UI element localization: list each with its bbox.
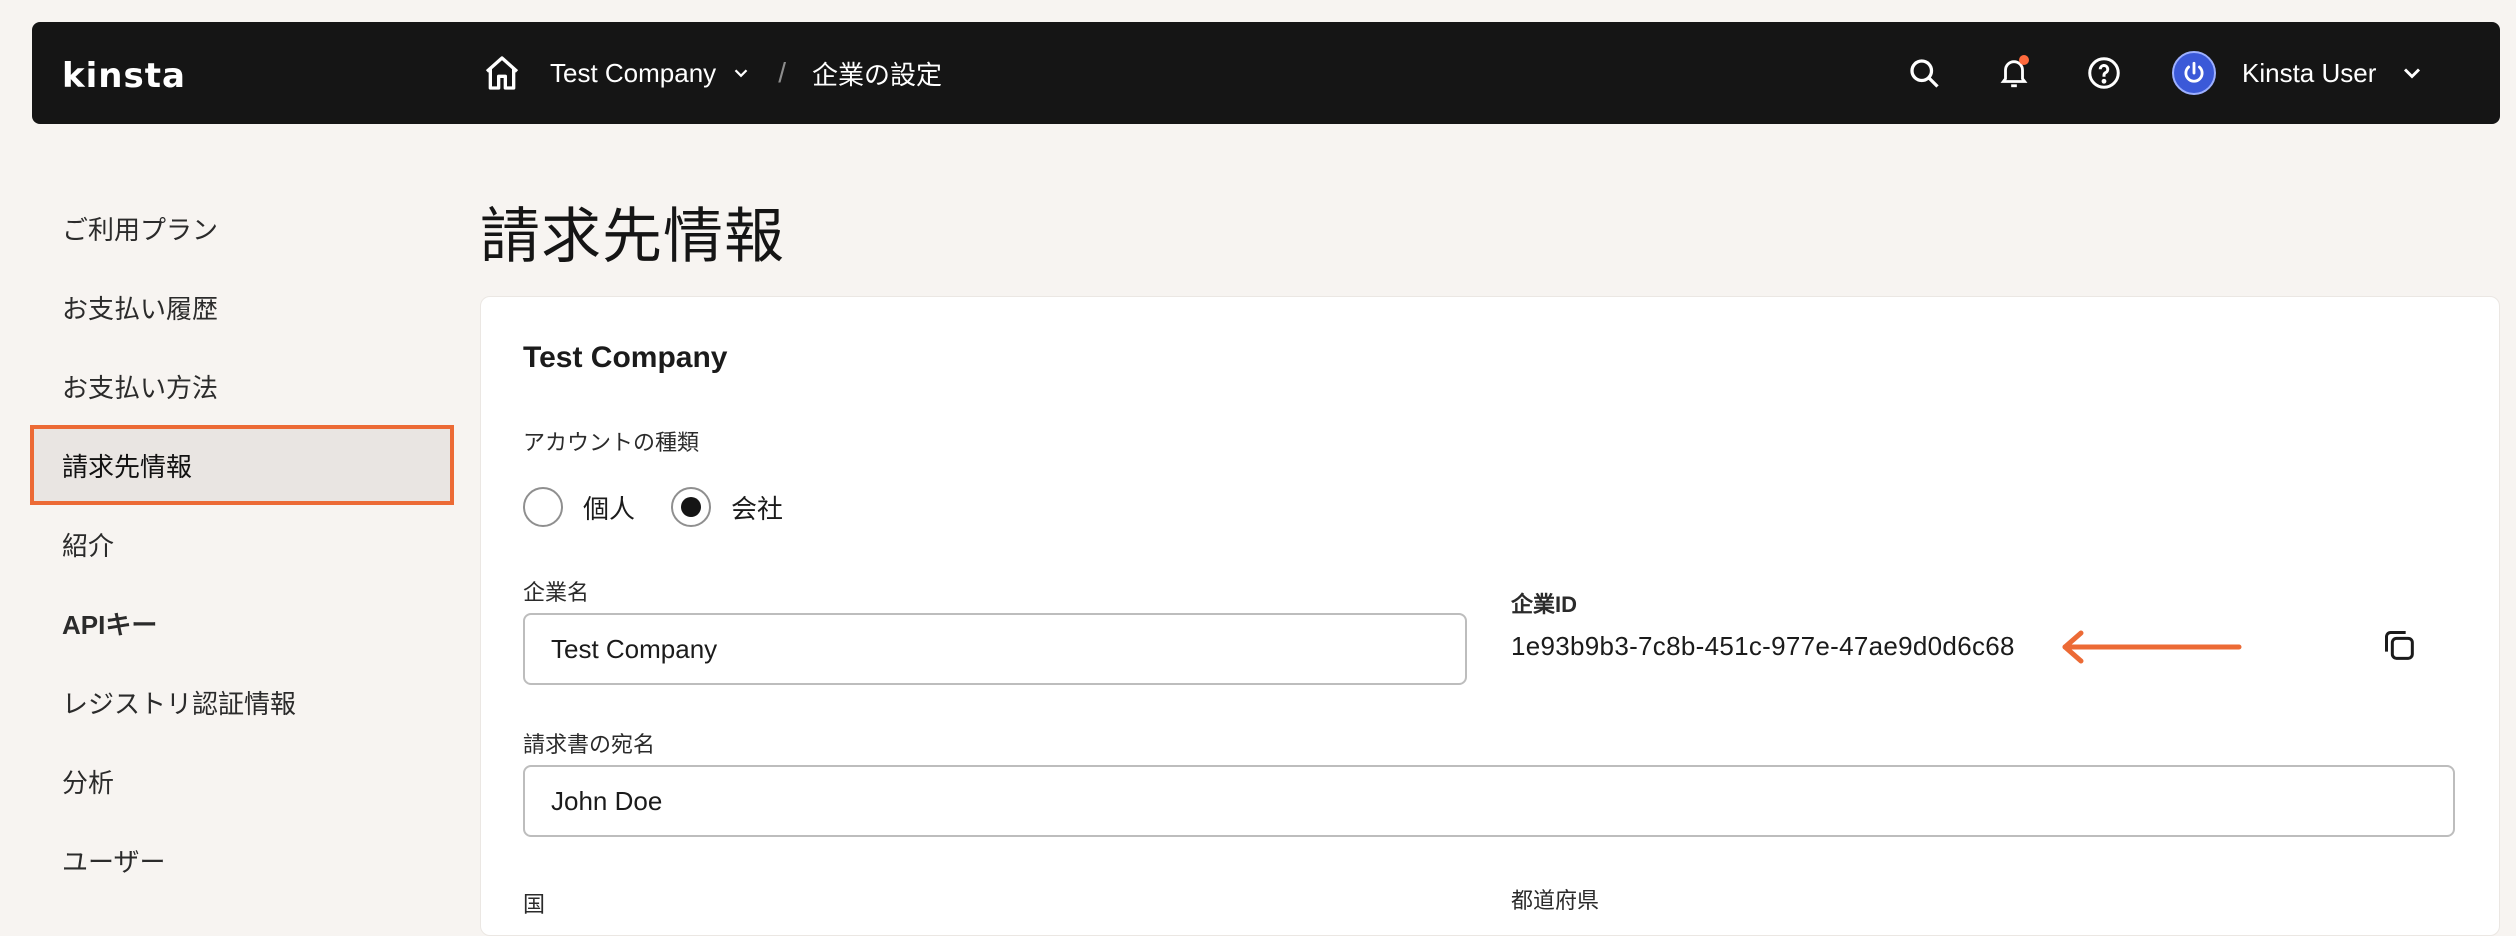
top-navigation-bar: kinsta Test Company / 企業の設定 Kinsta User (32, 22, 2500, 124)
chevron-down-icon (2404, 68, 2421, 79)
page-title: 請求先情報 (480, 203, 785, 270)
sidebar: ご利用プラン お支払い履歴 お支払い方法 請求先情報 紹介 APIキー レジスト… (30, 190, 454, 901)
sidebar-item-analytics[interactable]: 分析 (32, 743, 452, 819)
company-id-label: 企業ID (1511, 592, 1578, 617)
copy-icon (2385, 631, 2414, 660)
help-icon (2088, 57, 2120, 89)
sidebar-item-api-keys[interactable]: APIキー (32, 585, 452, 661)
breadcrumb-separator: / (778, 57, 786, 88)
invoice-recipient-input[interactable]: John Doe (523, 765, 2455, 837)
sidebar-item-payment-methods[interactable]: お支払い方法 (32, 348, 452, 424)
sidebar-item-billing-details[interactable]: 請求先情報 (30, 425, 454, 505)
card-title: Test Company (523, 341, 728, 374)
sidebar-item-payment-history[interactable]: お支払い履歴 (32, 269, 452, 345)
account-type-company-radio[interactable] (671, 487, 712, 527)
copy-button[interactable] (2379, 625, 2419, 665)
help-button[interactable] (2080, 49, 2128, 97)
search-icon (1910, 59, 1939, 88)
search-button[interactable] (1900, 49, 1948, 97)
sidebar-item-referrals[interactable]: 紹介 (32, 506, 452, 582)
billing-details-card: Test Company アカウントの種類 個人 会社 企業名 Test Com… (480, 296, 2500, 936)
company-switcher[interactable]: Test Company (550, 58, 752, 89)
chevron-down-icon (734, 69, 748, 78)
breadcrumb-company: Test Company (550, 57, 717, 88)
company-name-label: 企業名 (523, 580, 590, 605)
company-id-value: 1e93b9b3-7c8b-451c-977e-47ae9d0d6c68 (1511, 631, 2015, 661)
user-name: Kinsta User (2242, 57, 2377, 88)
user-menu[interactable]: Kinsta User (2172, 48, 2426, 98)
invoice-recipient-label: 請求書の宛名 (523, 732, 656, 757)
radio-selected-dot (681, 497, 702, 517)
company-name-input[interactable]: Test Company (523, 613, 1467, 685)
account-type-individual-label[interactable]: 個人 (583, 489, 635, 526)
kinsta-logo[interactable]: kinsta (62, 56, 186, 96)
breadcrumb: Test Company / 企業の設定 (482, 22, 942, 124)
avatar (2172, 51, 2216, 95)
sidebar-item-registry-credentials[interactable]: レジストリ認証情報 (32, 664, 452, 740)
notification-dot (2019, 55, 2029, 65)
country-label: 国 (523, 892, 546, 917)
account-type-radio-group: 個人 会社 (523, 487, 819, 527)
sidebar-item-users[interactable]: ユーザー (32, 822, 452, 898)
notifications-button[interactable] (1990, 49, 2038, 97)
arrow-left-icon (2062, 630, 2242, 664)
prefecture-label: 都道府県 (1511, 888, 1600, 913)
power-icon (2184, 61, 2204, 83)
home-icon[interactable] (482, 53, 522, 93)
account-type-individual-radio[interactable] (523, 487, 563, 527)
account-type-company-label[interactable]: 会社 (731, 489, 783, 526)
breadcrumb-current: 企業の設定 (811, 59, 942, 90)
sidebar-item-plan[interactable]: ご利用プラン (32, 190, 452, 266)
account-type-label: アカウントの種類 (523, 430, 700, 455)
